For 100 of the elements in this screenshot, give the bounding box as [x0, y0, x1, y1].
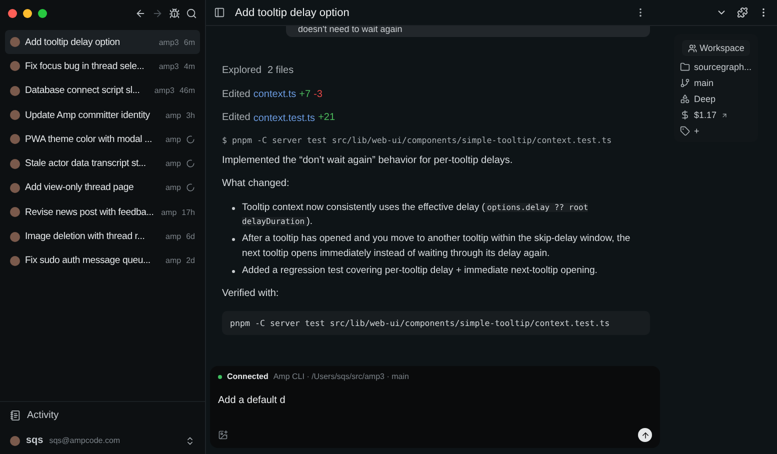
workspace-label: amp — [165, 183, 181, 192]
search-icon[interactable] — [186, 8, 197, 18]
thread-title: Add view-only thread page — [25, 182, 135, 194]
send-button[interactable] — [638, 428, 652, 442]
puzzle-icon[interactable] — [737, 7, 748, 18]
thread-item[interactable]: Update Amp committer identity amp 3h — [5, 102, 200, 128]
thread-title: Update Amp committer identity — [25, 110, 151, 121]
thread-title: Fix focus bug in thread sele... — [25, 60, 146, 72]
image-icon[interactable] — [218, 430, 228, 440]
thread-time: 2d — [186, 256, 195, 266]
zoom-light[interactable] — [38, 8, 47, 18]
bullet-icon — [232, 238, 235, 242]
workspace-label: amp — [161, 208, 177, 217]
workspace-button[interactable]: Workspace — [682, 40, 750, 56]
activity-icon — [10, 410, 21, 421]
thread-title: Database connect script sl... — [25, 85, 141, 96]
edit-label: Edited — [222, 111, 250, 125]
thread-title: Add tooltip delay option — [235, 6, 350, 18]
status-label: Connected — [227, 372, 268, 381]
change-item: After a tooltip has opened and you move to another tooltip within the skip-delay window, the next tooltip opens immediately instead of waiting through its delay again. — [242, 232, 632, 261]
shapes-icon — [680, 94, 690, 104]
thread-title: Image deletion with thread r... — [25, 231, 146, 242]
sidebar-toggle-icon[interactable] — [214, 7, 225, 18]
message-input[interactable]: Add a default d — [218, 395, 652, 406]
bullet-icon — [232, 270, 235, 274]
workspace-detail: $1.17 — [694, 110, 717, 120]
workspace-label: amp3 — [158, 62, 179, 71]
added-count: +21 — [318, 111, 336, 125]
tag-icon — [680, 126, 690, 136]
thread-item[interactable]: Add tooltip delay option amp3 6m — [5, 30, 200, 54]
avatar — [10, 134, 20, 144]
thread-time: 3h — [186, 110, 195, 120]
thread-title: Revise news post with feedba... — [25, 206, 155, 218]
edit-label: Edited — [222, 88, 250, 102]
thread-time: 6d — [186, 232, 195, 242]
workspace-label: amp3 — [154, 86, 174, 96]
workspace-detail: main — [694, 78, 714, 88]
added-count: +7 — [299, 88, 311, 102]
avatar — [10, 110, 20, 120]
avatar — [10, 256, 20, 266]
folder-icon — [680, 62, 690, 72]
external-link-icon[interactable] — [720, 112, 728, 118]
thread-title: Fix sudo auth message queu... — [25, 255, 152, 266]
arrow-up-icon — [640, 430, 650, 440]
thread-item[interactable]: Stale actor data transcript st... amp — [5, 151, 200, 176]
workspace-detail: sourcegraph... — [694, 62, 752, 72]
file-link[interactable]: context.ts — [253, 89, 296, 100]
workspace-label: amp3 — [158, 38, 179, 47]
user-email: sqs@ampcode.com — [49, 436, 120, 445]
avatar — [10, 86, 20, 96]
workspace-label: amp — [166, 256, 182, 266]
user-name: sqs — [26, 435, 44, 446]
people-icon — [688, 44, 697, 52]
workspace-detail[interactable]: + — [694, 126, 700, 136]
thread-item[interactable]: Add view-only thread page amp — [5, 176, 200, 200]
dollar-icon — [680, 110, 690, 120]
thread-time: 46m — [179, 86, 195, 96]
avatar — [10, 436, 20, 446]
explored-label: Explored — [222, 64, 262, 78]
workspace-label: amp — [166, 232, 182, 242]
avatar — [10, 61, 20, 72]
avatar — [10, 182, 20, 193]
thread-title: Stale actor data transcript st... — [25, 158, 147, 170]
back-button[interactable] — [135, 8, 146, 18]
minimize-light[interactable] — [23, 8, 32, 18]
thread-item[interactable]: Fix focus bug in thread sele... amp3 4m — [5, 54, 200, 79]
avatar — [10, 207, 20, 218]
file-link[interactable]: context.test.ts — [253, 112, 316, 124]
thread-time: 4m — [184, 62, 195, 71]
context-label: Amp CLI · /Users/sqs/src/amp3 · main — [273, 372, 409, 381]
removed-count: -3 — [314, 88, 322, 102]
summary-text: Implemented the “don’t wait again” behavior for per-tooltip delays. — [222, 154, 514, 168]
thread-time: 6m — [184, 38, 195, 47]
change-item: Tooltip context now consistently uses the effective delay ( options.delay ?? root delayDuration ). — [242, 200, 590, 229]
explored-count: 2 files — [267, 64, 294, 78]
close-light[interactable] — [8, 8, 17, 18]
change-item: Added a regression test covering per-tooltip delay + immediate next-tooltip opening. — [242, 264, 598, 278]
branch-icon — [680, 78, 690, 88]
thread-title: Add tooltip delay option — [25, 36, 121, 48]
avatar — [10, 158, 20, 169]
thread-title: PWA theme color with modal ... — [25, 134, 153, 145]
bug-icon[interactable] — [169, 8, 180, 18]
workspace-label: amp — [165, 134, 181, 144]
thread-item[interactable]: Revise news post with feedba... amp 17h — [5, 200, 200, 224]
workspace-detail: Deep — [694, 94, 716, 104]
avatar — [10, 232, 20, 242]
avatar — [10, 37, 20, 48]
workspace-label: amp — [166, 110, 182, 120]
thread-item[interactable]: Image deletion with thread r... amp 6d — [5, 224, 200, 249]
code-block: pnpm -C server test src/lib/web-ui/components/simple-tooltip/context.test.ts — [222, 310, 650, 335]
section-heading: Verified with: — [222, 287, 280, 302]
thread-time: 17h — [182, 208, 195, 217]
thread-item[interactable]: Database connect script sl... amp3 46m — [5, 78, 200, 103]
command-line: $ pnpm -C server test src/lib/web-ui/components/simple-tooltip/context.test.ts — [222, 134, 613, 144]
thread-item[interactable]: Fix sudo auth message queu... amp 2d — [5, 248, 200, 273]
thread-item[interactable]: PWA theme color with modal ... amp — [5, 127, 200, 152]
workspace-label: amp — [165, 159, 181, 168]
activity-link[interactable]: Activity — [27, 410, 59, 421]
chevrons-icon[interactable] — [185, 436, 195, 446]
bullet-icon — [232, 206, 235, 210]
